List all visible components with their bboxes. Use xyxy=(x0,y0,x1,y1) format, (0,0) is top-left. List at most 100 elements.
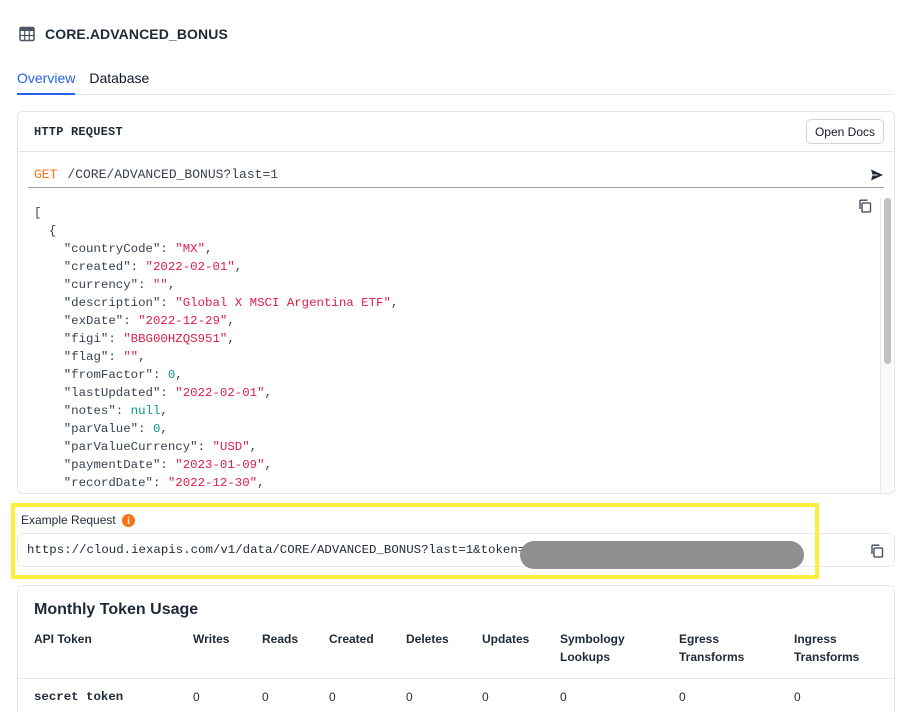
table-cell-created: 0 xyxy=(329,690,336,704)
column-header-egress-transforms: Egress Transforms xyxy=(679,632,745,664)
code-token: , xyxy=(257,476,265,490)
code-token: "currency": xyxy=(34,278,153,292)
column-header-api-token: API Token xyxy=(34,632,92,646)
tab-bar: Overview Database xyxy=(17,68,894,95)
code-line: "flag": "", xyxy=(34,348,878,366)
code-token: , xyxy=(234,260,243,274)
column-header-ingress-transforms: Ingress Transforms xyxy=(794,632,860,664)
code-line: "notes": null, xyxy=(34,402,878,420)
example-request-url-region xyxy=(21,541,813,571)
code-token: , xyxy=(264,386,272,400)
page-header: CORE.ADVANCED_BONUS xyxy=(19,26,228,42)
code-token: , xyxy=(160,422,168,436)
code-token: "lastUpdated": xyxy=(34,386,176,400)
table-icon xyxy=(19,26,35,42)
code-line: "parValue": 0, xyxy=(34,420,878,438)
code-line: [ xyxy=(34,204,878,222)
request-url-bar[interactable]: GET /CORE/ADVANCED_BONUS?last=1 xyxy=(28,162,884,188)
code-line: "parValueCurrency": "USD", xyxy=(34,438,878,456)
code-token: "countryCode": xyxy=(34,242,176,256)
column-header-deletes: Deletes xyxy=(406,632,449,646)
table-cell-symbology-lookups: 0 xyxy=(560,690,567,704)
code-string: "" xyxy=(123,350,139,364)
open-docs-button[interactable]: Open Docs xyxy=(805,119,884,144)
code-token: , xyxy=(205,242,213,256)
code-string: "2022-12-30" xyxy=(167,476,258,490)
example-request-label: Example Request xyxy=(21,513,116,527)
table-cell-egress-transforms: 0 xyxy=(679,690,686,704)
code-token: , xyxy=(160,404,168,418)
table-cell-writes: 0 xyxy=(193,690,200,704)
copy-url-icon[interactable] xyxy=(870,544,884,558)
tab-database[interactable]: Database xyxy=(89,68,149,95)
code-token: { xyxy=(34,224,57,238)
example-request-highlight: Example Request xyxy=(11,503,819,579)
code-token: , xyxy=(264,458,272,472)
code-token: "parValueCurrency": xyxy=(34,440,213,454)
code-token: , xyxy=(390,296,399,310)
code-value: null xyxy=(130,404,161,418)
http-request-title: HTTP REQUEST xyxy=(34,124,123,139)
code-string: "2022-02-01" xyxy=(145,260,235,274)
code-line: "figi": "BBG00HZQS951", xyxy=(34,330,878,348)
code-token: "fromFactor": xyxy=(34,368,168,382)
code-string: "" xyxy=(152,278,168,292)
page-title: CORE.ADVANCED_BONUS xyxy=(45,26,228,42)
code-line: "description": "Global X MSCI Argentina … xyxy=(34,294,878,312)
code-string: "2022-02-01" xyxy=(175,386,265,400)
code-line: "paymentDate": "2023-01-09", xyxy=(34,456,878,474)
table-cell-deletes: 0 xyxy=(406,690,413,704)
code-token: "notes": xyxy=(34,404,131,418)
column-header-created: Created xyxy=(329,632,374,646)
column-header-reads: Reads xyxy=(262,632,299,646)
code-token: [ xyxy=(34,206,42,220)
send-icon[interactable] xyxy=(870,168,884,182)
code-token: , xyxy=(249,440,258,454)
http-method: GET xyxy=(34,167,58,182)
code-line: "currency": "", xyxy=(34,276,878,294)
code-scrollbar[interactable] xyxy=(880,198,892,493)
code-token: "figi": xyxy=(34,332,124,346)
example-request-label-row: Example Request xyxy=(21,513,135,527)
http-request-card: HTTP REQUEST Open Docs GET /CORE/ADVANCE… xyxy=(17,111,895,494)
code-line: "exDate": "2022-12-29", xyxy=(34,312,878,330)
code-token: "recordDate": xyxy=(34,476,168,490)
code-string: "MX" xyxy=(175,242,206,256)
response-json: [ { "countryCode": "MX", "created": "202… xyxy=(34,204,878,493)
column-header-writes: Writes xyxy=(193,632,230,646)
code-line: { xyxy=(34,222,878,240)
code-token: "parValue": xyxy=(34,422,153,436)
usage-title: Monthly Token Usage xyxy=(34,601,199,618)
code-token: "description": xyxy=(34,296,176,310)
code-string: "2023-01-09" xyxy=(175,458,265,472)
table-cell-ingress-transforms: 0 xyxy=(794,690,801,704)
code-line: "fromFactor": 0, xyxy=(34,366,878,384)
info-icon[interactable] xyxy=(121,513,135,527)
code-string: "BBG00HZQS951" xyxy=(123,332,228,346)
code-line: "lastUpdated": "2022-02-01", xyxy=(34,384,878,402)
token-redaction xyxy=(520,541,804,569)
code-string: "USD" xyxy=(212,440,250,454)
table-cell-reads: 0 xyxy=(262,690,269,704)
code-token: , xyxy=(175,368,183,382)
table-cell-api-token: secret token xyxy=(34,690,124,704)
code-token: "created": xyxy=(34,260,146,274)
table-divider xyxy=(18,678,894,679)
code-token: "flag": xyxy=(34,350,124,364)
code-token: , xyxy=(138,350,146,364)
column-header-updates: Updates xyxy=(482,632,530,646)
code-line: "created": "2022-02-01", xyxy=(34,258,878,276)
code-token: , xyxy=(167,278,176,292)
scrollbar-thumb[interactable] xyxy=(884,198,891,364)
code-token: "exDate": xyxy=(34,314,139,328)
request-path: /CORE/ADVANCED_BONUS?last=1 xyxy=(67,167,279,182)
code-line: "recordDate": "2022-12-30", xyxy=(34,474,878,492)
code-token: , xyxy=(227,332,235,346)
code-string: "Global X MSCI Argentina ETF" xyxy=(175,296,391,310)
http-request-header: HTTP REQUEST Open Docs xyxy=(18,112,894,152)
code-token: , xyxy=(227,314,235,328)
tab-overview[interactable]: Overview xyxy=(17,68,76,95)
code-line: "countryCode": "MX", xyxy=(34,240,878,258)
copy-icon[interactable] xyxy=(858,199,872,213)
code-string: "2022-12-29" xyxy=(138,314,228,328)
